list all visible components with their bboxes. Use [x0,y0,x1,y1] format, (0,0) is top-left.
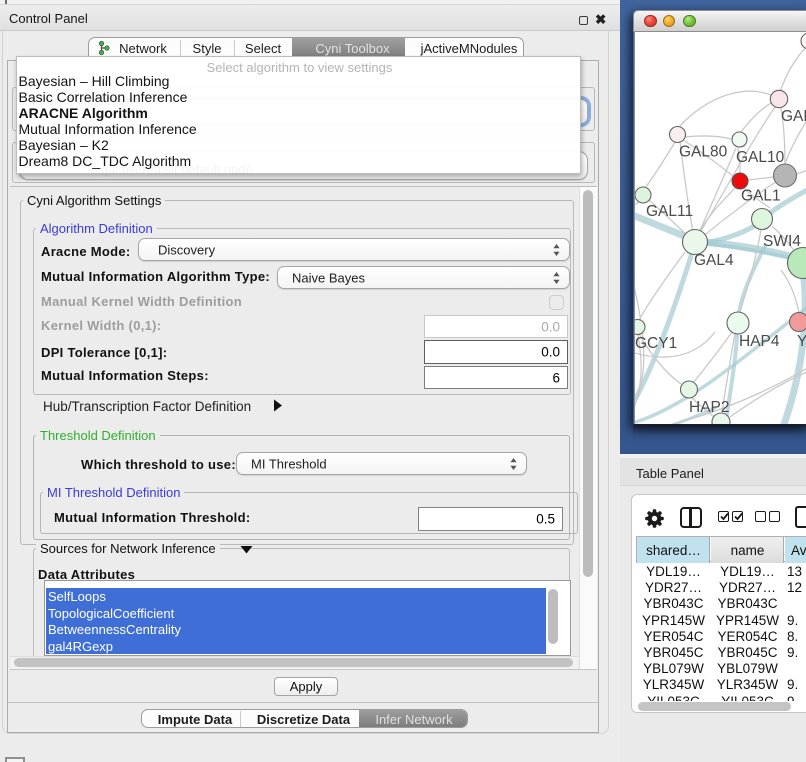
svg-text:GAL4: GAL4 [694,252,734,269]
svg-text:GAL1: GAL1 [741,187,781,204]
svg-text:HAP2: HAP2 [689,399,730,416]
svg-text:HAP4: HAP4 [739,333,780,350]
svg-text:GCY1: GCY1 [635,335,677,352]
svg-text:SWI4: SWI4 [763,233,801,250]
svg-text:GAL7: GAL7 [781,108,806,125]
svg-text:GAL10: GAL10 [736,149,785,166]
svg-text:GAL11: GAL11 [646,203,693,220]
svg-text:YJL: YJL [797,333,806,350]
svg-text:GAL80: GAL80 [679,143,728,160]
